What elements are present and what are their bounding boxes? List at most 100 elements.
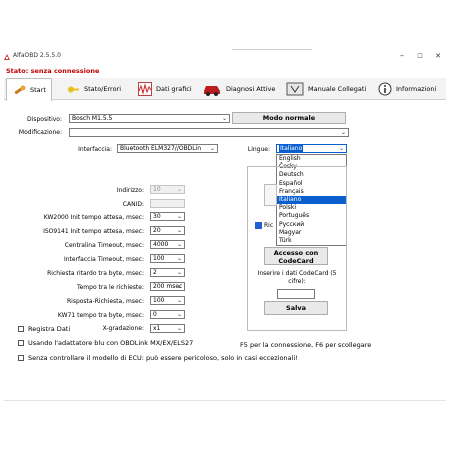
key-icon: [66, 82, 80, 96]
tab-dati-grafici-label: Dati grafici: [156, 85, 192, 93]
tab-informazioni[interactable]: Informazioni: [376, 78, 444, 100]
tab-manuale-collegati[interactable]: Manuale Collegati: [284, 78, 372, 100]
param-label: Richiesta ritardo tra byte, msec:: [47, 270, 144, 277]
tab-diagnosi-attive[interactable]: Diagnosi Attive: [200, 78, 278, 100]
chevron-down-icon: ⌄: [176, 325, 182, 332]
lingue-select[interactable]: Italiano ⌄: [276, 144, 347, 153]
tab-stato-errori-label: Stato/Errori: [84, 85, 122, 93]
tab-bar: Start Stato/Errori Dati grafici Diagnosi…: [4, 78, 446, 101]
param-label: CANID:: [122, 201, 144, 208]
kw71-select[interactable]: 0 ⌄: [150, 310, 185, 319]
car-icon: [202, 82, 222, 96]
kw2000-select[interactable]: 30 ⌄: [150, 212, 185, 221]
access-codecard-button[interactable]: Accesso con CodeCard: [264, 247, 328, 265]
tab-stato-errori[interactable]: Stato/Errori: [62, 78, 132, 100]
chevron-down-icon: ⌄: [221, 115, 227, 122]
param-value: 30: [153, 213, 161, 220]
param-label: Indirizzo:: [116, 187, 144, 194]
indirizzo-select[interactable]: 10 ⌄: [150, 185, 185, 194]
param-label: Interfaccia Timeout, msec:: [63, 256, 144, 263]
modificazione-label: Modificazione:: [18, 129, 62, 136]
language-option[interactable]: English: [277, 155, 346, 163]
ric-checkbox[interactable]: [255, 222, 262, 229]
adattatore-blu-checkbox[interactable]: [18, 340, 24, 346]
title-divider: [232, 49, 312, 50]
param-value: 20: [153, 227, 161, 234]
param-label: ISO9141 Init tempo attesa, msec:: [43, 228, 144, 235]
interfaccia-timeout-select[interactable]: 100 ⌄: [150, 254, 185, 263]
param-value: 4000: [153, 241, 169, 248]
param-value: 2: [153, 269, 157, 276]
xgrad-label: X-gradazione:: [102, 325, 144, 332]
bottom-divider: [4, 400, 446, 401]
senza-controllare-checkbox[interactable]: [18, 355, 24, 361]
lingue-label: Lingue:: [247, 146, 270, 153]
param-value: 10: [153, 186, 161, 193]
tab-manuale-collegati-label: Manuale Collegati: [308, 85, 367, 93]
centralina-timeout-select[interactable]: 4000 ⌄: [150, 240, 185, 249]
chevron-down-icon: ⌄: [176, 311, 182, 318]
tempo-richieste-select[interactable]: 200 msec ⌄: [150, 282, 185, 291]
interfaccia-select[interactable]: Bluetooth ELM327//OBDLin ⌄: [117, 144, 218, 153]
dispositivo-select[interactable]: Bosch M1.5.5 ⌄: [69, 114, 230, 123]
save-button[interactable]: Salva: [264, 301, 328, 315]
registra-dati-label: Registra Dati: [28, 325, 71, 333]
param-value: 100: [153, 255, 165, 262]
chevron-down-icon: ⌄: [176, 241, 182, 248]
param-label: KW2000 Init tempo attesa, msec:: [43, 214, 144, 221]
chevron-down-icon: ⌄: [176, 213, 182, 220]
tab-start-label: Start: [30, 86, 46, 94]
risposta-richiesta-select[interactable]: 100 ⌄: [150, 296, 185, 305]
interfaccia-label: Interfaccia:: [78, 146, 112, 153]
codecard-instructions: Inserire i dati CodeCard (5 cifre):: [257, 270, 337, 285]
xgrad-select[interactable]: x1 ⌄: [150, 324, 185, 333]
connection-status: Stato: senza connessione: [6, 67, 100, 75]
window-title: AlfaOBD 2.5.5.0: [13, 52, 61, 59]
tab-dati-grafici[interactable]: Dati grafici: [136, 78, 194, 100]
wrench-icon: [12, 83, 26, 97]
connection-hint: F5 per la connessione, F6 per scollegare: [240, 341, 372, 349]
app-logo-icon: [3, 53, 11, 61]
chevron-down-icon: ⌄: [176, 269, 182, 276]
interfaccia-value: Bluetooth ELM327//OBDLin: [120, 145, 202, 152]
waveform-icon: [138, 82, 152, 96]
param-label: Tempo tra le richieste:: [76, 284, 144, 291]
dispositivo-label: Dispositivo:: [27, 116, 62, 123]
param-label: Centralina Timeout, msec:: [64, 242, 144, 249]
tab-start[interactable]: Start: [6, 78, 52, 101]
param-value: 0: [153, 311, 157, 318]
xgrad-value: x1: [153, 325, 161, 332]
modificazione-select[interactable]: ⌄: [69, 128, 349, 137]
chevron-down-icon: ⌄: [176, 255, 182, 262]
canid-input[interactable]: [150, 199, 185, 208]
registra-dati-checkbox[interactable]: [18, 326, 24, 332]
tab-diagnosi-attive-label: Diagnosi Attive: [226, 85, 276, 93]
close-button[interactable]: ✕: [431, 52, 445, 60]
chevron-down-icon: ⌄: [176, 297, 182, 304]
adattatore-blu-label: Usando l'adattatore blu con OBDLink MX/E…: [28, 339, 194, 347]
chevron-down-icon: ⌄: [176, 227, 182, 234]
senza-controllare-label: Senza controllare il modello di ECU: può…: [28, 354, 298, 362]
lingue-value: Italiano: [279, 145, 304, 152]
param-label: KW71 tempo tra byte, msec:: [57, 312, 144, 319]
codecard-input[interactable]: [277, 289, 315, 299]
chevron-down-icon: ⌄: [176, 186, 182, 193]
ric-label: Ric: [264, 222, 274, 229]
title-bar: AlfaOBD 2.5.5.0 – ☐ ✕: [0, 50, 450, 64]
modalita-button[interactable]: Modo normale: [232, 112, 346, 124]
maximize-button[interactable]: ☐: [413, 53, 427, 60]
chevron-down-icon: ⌄: [340, 129, 346, 136]
ritardo-byte-select[interactable]: 2 ⌄: [150, 268, 185, 277]
dispositivo-value: Bosch M1.5.5: [72, 115, 113, 122]
iso9141-select[interactable]: 20 ⌄: [150, 226, 185, 235]
info-icon: [378, 82, 392, 96]
tab-informazioni-label: Informazioni: [396, 85, 437, 93]
chevron-down-icon: ⌄: [176, 283, 182, 290]
param-label: Risposta-Richiesta, msec:: [66, 298, 144, 305]
param-value: 100: [153, 297, 165, 304]
partial-button[interactable]: [264, 184, 277, 206]
minimize-button[interactable]: –: [395, 51, 409, 60]
chevron-down-icon: ⌄: [209, 145, 215, 152]
manual-icon: [286, 82, 304, 96]
chevron-down-icon: ⌄: [338, 145, 344, 152]
